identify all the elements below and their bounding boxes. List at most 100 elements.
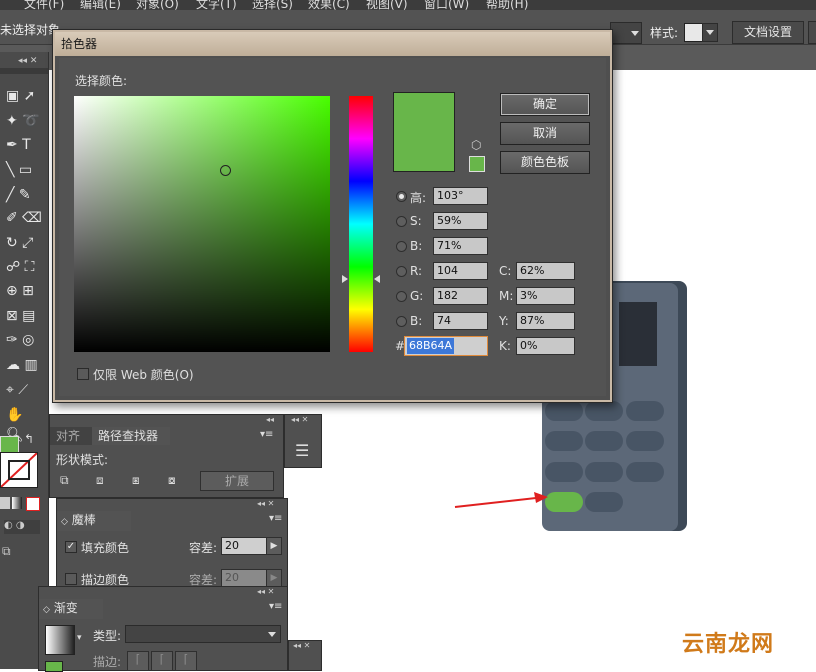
warp-icon[interactable]: ☍ ⛶ [6, 257, 42, 277]
web-safe-color-swatch[interactable] [469, 156, 485, 172]
menu-file[interactable]: 文件(F) [24, 0, 64, 10]
gradient-preview-dropdown-icon[interactable]: ▾ [77, 633, 82, 643]
style-swatch[interactable] [684, 23, 703, 42]
menu-help[interactable]: 帮助(H) [486, 0, 528, 10]
style-dropdown[interactable] [702, 23, 718, 42]
hue-radio[interactable] [396, 191, 407, 202]
stroke-color-checkbox[interactable] [65, 573, 77, 585]
panel-collapse-icon[interactable]: ◂◂ ✕ [293, 641, 310, 650]
rotate-icon[interactable]: ↻ ⤢ [6, 233, 42, 253]
saturation-radio[interactable] [396, 216, 407, 227]
preferences-button[interactable] [808, 21, 816, 44]
color-swatches-button[interactable]: 颜色色板 [500, 151, 590, 174]
intersect-icon[interactable]: ⧆ [132, 473, 140, 488]
color-mode-icon[interactable] [0, 497, 10, 509]
black-input[interactable]: 0% [516, 337, 575, 355]
saturation-input[interactable]: 59% [433, 212, 488, 230]
stroke-tolerance-stepper[interactable]: ▶ [266, 569, 282, 587]
stroke-option-1-icon[interactable]: ⌈ [127, 651, 149, 671]
unite-icon[interactable]: ⧉ [60, 473, 69, 488]
slice-icon[interactable]: ⌖ ⟋ [6, 380, 42, 400]
hue-slider-left-arrow-icon[interactable] [342, 274, 348, 283]
panel-collapse-icon[interactable]: ◂◂ ✕ [291, 415, 308, 424]
menu-effect[interactable]: 效果(C) [308, 0, 350, 10]
brightness-radio[interactable] [396, 241, 407, 252]
screen-mode-icon[interactable]: ⧉ [2, 544, 24, 558]
expand-button[interactable]: 扩展 [200, 471, 274, 491]
gradient-color-chip[interactable] [45, 661, 63, 672]
panel-grip[interactable] [0, 68, 48, 74]
fill-color-checkbox[interactable]: ✓ [65, 541, 77, 553]
menu-window[interactable]: 窗口(W) [424, 0, 469, 10]
panel-collapse-icon[interactable]: ◂◂ [266, 415, 274, 424]
web-colors-only-checkbox[interactable] [77, 368, 89, 380]
blob-brush-icon[interactable]: ✐ ⌫ [6, 208, 42, 228]
draw-mode-icon[interactable]: ◐ ◑ [4, 520, 40, 534]
green-input[interactable]: 182 [433, 287, 488, 305]
fill-tolerance-stepper[interactable]: ▶ [266, 537, 282, 555]
stroke-tolerance-input[interactable]: 20 [221, 569, 268, 587]
panel-collapse-icon[interactable]: ◂◂ ✕ [257, 499, 274, 508]
eyedropper-icon[interactable]: ✑ ◎ [6, 330, 42, 350]
cancel-button[interactable]: 取消 [500, 122, 590, 145]
shape-builder-icon[interactable]: ⊕ ⊞ [6, 281, 42, 301]
dialog-titlebar[interactable]: 拾色器 [55, 32, 610, 56]
hex-input[interactable]: 68B64A [404, 336, 488, 356]
magic-wand-icon[interactable]: ✦ ➰ [6, 111, 42, 131]
panel-collapse-icon[interactable]: ◂◂ ✕ [257, 587, 274, 596]
panel-collapse-icon[interactable]: ◂◂ ✕ [18, 56, 37, 66]
red-input[interactable]: 104 [433, 262, 488, 280]
stroke-option-2-icon[interactable]: ⌈ [151, 651, 173, 671]
menu-object[interactable]: 对象(O) [136, 0, 179, 10]
magic-wand-panel: ◂◂ ✕ ◇ 魔棒 ▾≡ ✓ 填充颜色 容差: 20 ▶ 描边颜色 容差: 20… [56, 498, 288, 590]
red-radio[interactable] [396, 266, 407, 277]
yellow-input[interactable]: 87% [516, 312, 575, 330]
column-graph-icon[interactable]: ☁ ▥ [6, 355, 42, 375]
panel-menu-icon[interactable]: ▾≡ [260, 429, 273, 440]
hue-slider-right-arrow-icon[interactable] [374, 274, 380, 283]
blue-input[interactable]: 74 [433, 312, 488, 330]
gradient-preview-swatch[interactable] [45, 625, 75, 655]
brightness-input[interactable]: 71% [433, 237, 488, 255]
gradient-mode-icon[interactable] [12, 497, 22, 509]
ok-button[interactable]: 确定 [500, 93, 590, 116]
panel-menu-icon[interactable]: ▾≡ [269, 513, 282, 524]
swap-colors-icon[interactable]: ↰ [24, 432, 34, 446]
gradient-type-select[interactable] [125, 625, 281, 643]
line-icon[interactable]: ╲ ▭ [6, 160, 42, 180]
menu-view[interactable]: 视图(V) [366, 0, 408, 10]
tab-magic-wand[interactable]: ◇ 魔棒 [57, 511, 131, 531]
minus-front-icon[interactable]: ⧈ [96, 473, 104, 488]
menu-select[interactable]: 选择(S) [252, 0, 293, 10]
fill-tolerance-input[interactable]: 20 [221, 537, 268, 555]
menu-edit[interactable]: 编辑(E) [80, 0, 121, 10]
stroke-none-swatch[interactable] [0, 452, 38, 488]
menu-type[interactable]: 文字(T) [196, 0, 237, 10]
paintbrush-icon[interactable]: ╱ ✎ [6, 185, 42, 205]
hue-input[interactable]: 103° [433, 187, 488, 205]
tab-pathfinder[interactable]: 路径查找器 [92, 427, 170, 445]
phone-key [626, 401, 664, 421]
green-radio[interactable] [396, 291, 407, 302]
blue-radio[interactable] [396, 316, 407, 327]
direct-selection-icon[interactable]: ▣ ➚ [6, 86, 42, 106]
panel-list-icon[interactable]: ☰ [295, 441, 309, 460]
mesh-icon[interactable]: ⊠ ▤ [6, 306, 42, 326]
none-mode-icon[interactable] [26, 497, 40, 511]
exclude-icon[interactable]: ⧇ [168, 473, 176, 488]
collapsed-panel-bottom: ◂◂ ✕ [288, 640, 322, 671]
out-of-gamut-cube-icon[interactable]: ⬡ [471, 138, 481, 152]
saturation-brightness-field[interactable] [74, 96, 330, 352]
pen-icon[interactable]: ✒ T [6, 135, 42, 155]
document-setup-button[interactable]: 文档设置 [732, 21, 804, 44]
tab-align[interactable]: 对齐 [50, 427, 94, 445]
hand-icon[interactable]: ✋ 🔍︎ [6, 405, 42, 443]
tab-gradient[interactable]: ◇ 渐变 [39, 599, 103, 619]
color-field-marker[interactable] [220, 165, 232, 177]
hue-slider[interactable] [342, 96, 380, 352]
panel-menu-icon[interactable]: ▾≡ [269, 601, 282, 612]
stroke-option-3-icon[interactable]: ⌈ [175, 651, 197, 671]
cyan-input[interactable]: 62% [516, 262, 575, 280]
magenta-input[interactable]: 3% [516, 287, 575, 305]
tool-dropdown[interactable] [610, 22, 642, 44]
